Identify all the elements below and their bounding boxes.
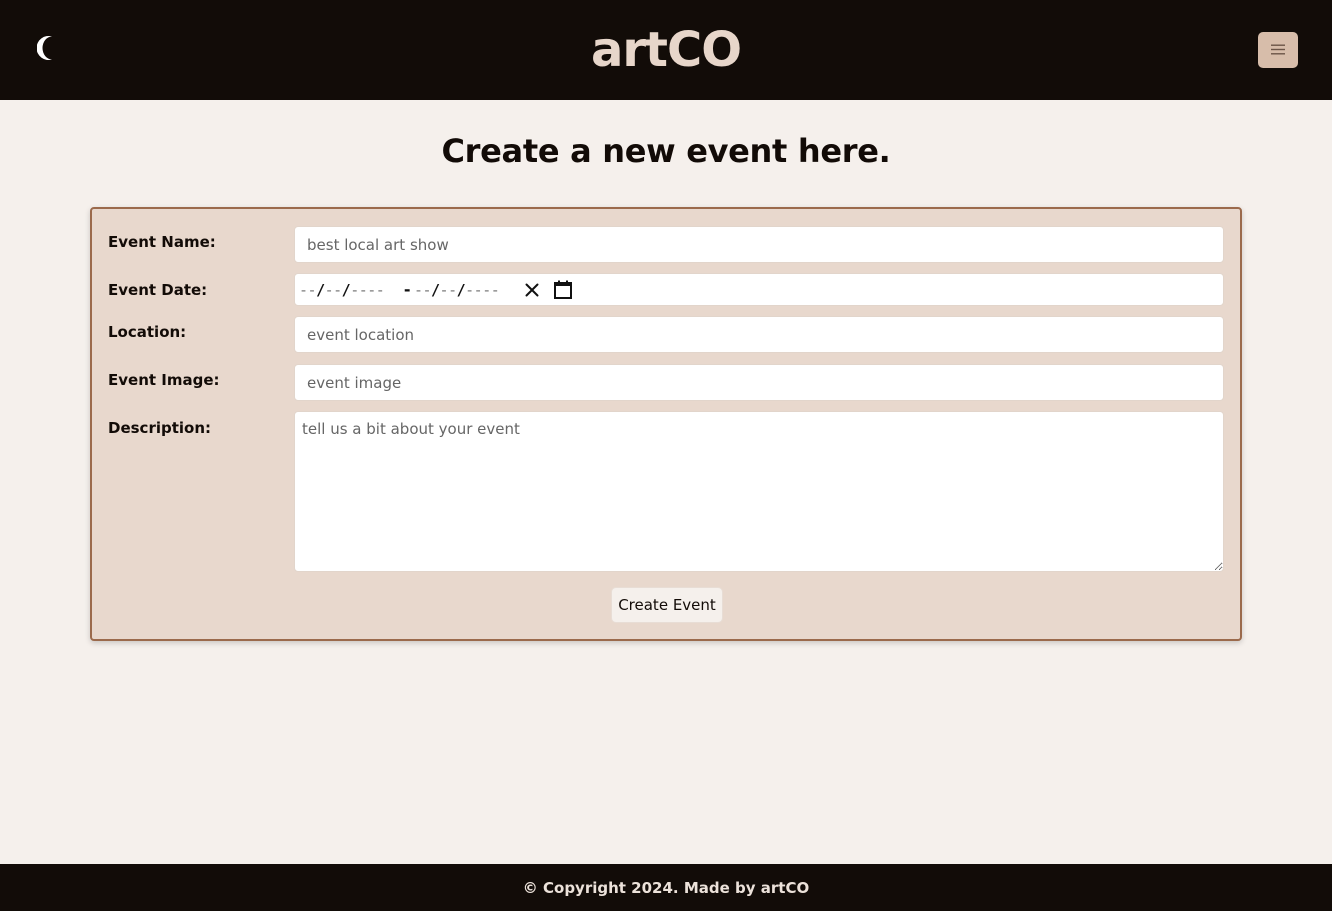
event-date-label: Event Date: xyxy=(108,281,208,299)
location-label: Location: xyxy=(108,323,187,341)
menu-button[interactable] xyxy=(1258,32,1298,68)
description-textarea[interactable] xyxy=(294,411,1224,572)
hamburger-menu-icon xyxy=(1271,43,1285,58)
event-image-label: Event Image: xyxy=(108,371,220,389)
create-event-button[interactable]: Create Event xyxy=(611,587,723,623)
site-header: artCO xyxy=(0,0,1332,100)
description-label: Description: xyxy=(108,419,212,437)
page: artCO Create a new event here. Event Nam… xyxy=(0,0,1332,911)
calendar-icon[interactable] xyxy=(553,280,573,300)
end-date-input[interactable]: --/--/---- xyxy=(414,281,500,299)
location-input[interactable] xyxy=(294,316,1224,353)
brand-logo[interactable]: artCO xyxy=(0,22,1332,78)
close-icon[interactable] xyxy=(523,281,541,299)
event-date-range-input[interactable]: --/--/---- - --/--/---- xyxy=(294,273,1224,306)
event-name-label: Event Name: xyxy=(108,233,216,251)
site-footer: © Copyright 2024. Made by artCO xyxy=(0,864,1332,911)
date-range-separator: - xyxy=(402,280,412,299)
start-date-input[interactable]: --/--/---- xyxy=(299,281,385,299)
create-event-form: Event Name: Event Date: --/--/---- - --/… xyxy=(90,207,1242,641)
event-name-input[interactable] xyxy=(294,226,1224,263)
copyright-text: © Copyright 2024. Made by artCO xyxy=(522,878,810,897)
event-image-input[interactable] xyxy=(294,364,1224,401)
page-title: Create a new event here. xyxy=(441,132,891,170)
